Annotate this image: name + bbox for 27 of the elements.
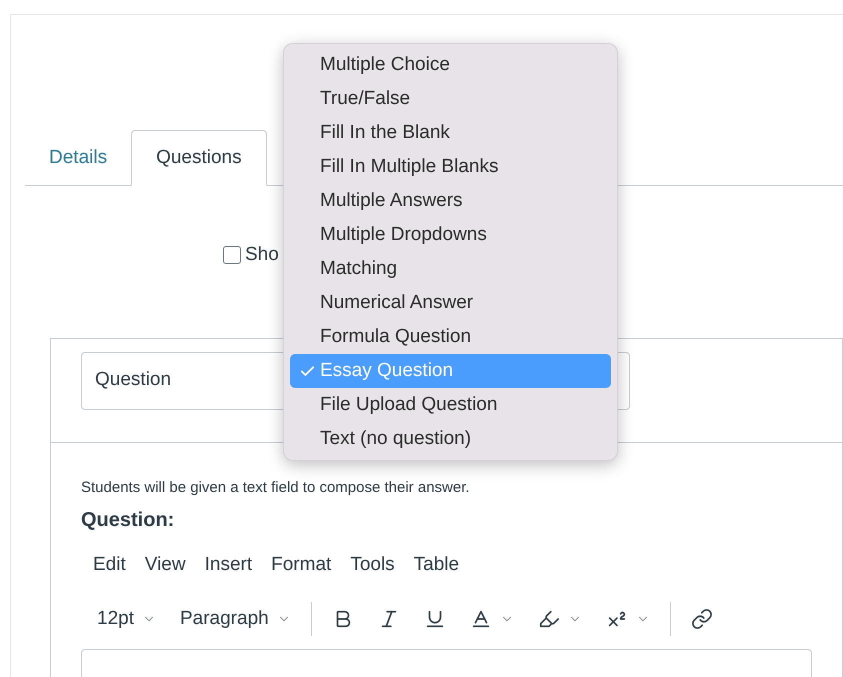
menu-item[interactable]: Multiple Dropdowns bbox=[290, 218, 611, 252]
editor-menu-item[interactable]: Format bbox=[265, 549, 338, 581]
editor-menu-item[interactable]: Insert bbox=[198, 549, 258, 581]
editor-menu-item[interactable]: Table bbox=[408, 549, 466, 581]
link-icon bbox=[690, 608, 713, 630]
toolbar-dropdown[interactable]: Paragraph bbox=[176, 601, 295, 637]
editor-menu-item[interactable]: Tools bbox=[344, 549, 401, 581]
menu-item[interactable]: File Upload Question bbox=[290, 388, 611, 422]
menu-item[interactable]: Formula Question bbox=[290, 320, 611, 354]
tab[interactable]: Details bbox=[25, 131, 132, 185]
menu-item[interactable]: Multiple Answers bbox=[290, 184, 611, 218]
highlighter-icon bbox=[538, 608, 560, 630]
description-text: Students will be given a text field to compose their answer. bbox=[81, 478, 471, 498]
tab[interactable]: Questions bbox=[131, 130, 267, 186]
editor-menu-item[interactable]: View bbox=[138, 549, 192, 581]
question-heading: Question: bbox=[81, 508, 176, 533]
toolbar-dropdown[interactable]: 12pt bbox=[93, 601, 160, 637]
menu-item[interactable]: Matching bbox=[290, 252, 611, 286]
checkbox-label: Sho bbox=[245, 243, 279, 267]
menu-item[interactable]: True/False bbox=[290, 82, 611, 116]
menu-item[interactable]: Text (no question) bbox=[290, 422, 611, 456]
editor-menu-item[interactable]: Edit bbox=[87, 549, 132, 581]
checkbox[interactable] bbox=[223, 246, 241, 264]
menu-item[interactable]: Multiple Choice bbox=[290, 48, 611, 82]
menu-item[interactable]: Numerical Answer bbox=[290, 286, 611, 320]
menu-item[interactable]: Fill In the Blank bbox=[290, 116, 611, 150]
menu-item[interactable]: Fill In Multiple Blanks bbox=[290, 150, 611, 184]
